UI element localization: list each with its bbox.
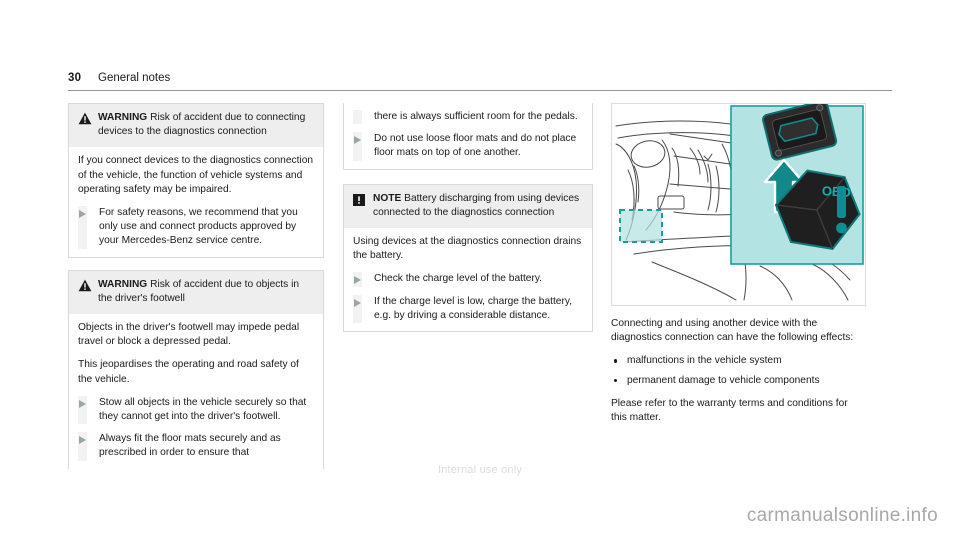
- list-item: there is always sufficient room for the …: [353, 110, 583, 125]
- triangle-bullet-icon: [78, 399, 86, 408]
- diagnostics-connection-illustration: OBD: [611, 103, 866, 306]
- list-item: Stow all objects in the vehicle securely…: [78, 395, 314, 425]
- effects-intro: Connecting and using another device with…: [611, 318, 854, 344]
- header-divider: [68, 90, 892, 91]
- effect-text: permanent damage to vehicle components: [627, 374, 820, 386]
- warning-triangle-icon: [78, 278, 98, 306]
- action-text: Check the charge level of the battery.: [374, 273, 542, 285]
- warning-paragraph: This jeopardises the operating and road …: [78, 359, 299, 385]
- warning-box-diagnostics: WARNING Risk of accident due to connecti…: [68, 103, 324, 258]
- list-item: Check the charge level of the battery.: [353, 272, 583, 287]
- note-exclamation-icon: [353, 192, 373, 220]
- warning-box-footwell: WARNING Risk of accident due to objects …: [68, 269, 324, 469]
- warning-box-footwell-continued: there is always sufficient room for the …: [343, 103, 593, 170]
- warning-keyword: WARNING: [98, 112, 148, 123]
- action-text: Stow all objects in the vehicle securely…: [99, 396, 307, 423]
- warning-body: Objects in the driver's footwell may imp…: [69, 314, 323, 469]
- warning-action-list: Stow all objects in the vehicle securely…: [78, 395, 314, 461]
- left-column: WARNING Risk of accident due to connecti…: [68, 103, 324, 481]
- list-item: For safety reasons, we recommend that yo…: [78, 206, 314, 249]
- note-box-battery: NOTE Battery discharging from using devi…: [343, 183, 593, 333]
- obd-label: OBD: [821, 183, 851, 200]
- warning-action-list: there is always sufficient room for the …: [353, 110, 583, 161]
- warning-headline: WARNING Risk of accident due to connecti…: [98, 111, 314, 139]
- page-title: General notes: [98, 72, 171, 84]
- figure-explanation: Connecting and using another device with…: [611, 317, 866, 425]
- effects-list: malfunctions in the vehicle system perma…: [611, 354, 866, 387]
- action-text: Always fit the floor mats securely and a…: [99, 433, 281, 459]
- action-text: Do not use loose floor mats and do not p…: [374, 133, 577, 159]
- list-item: Always fit the floor mats securely and a…: [78, 432, 314, 461]
- note-keyword: NOTE: [373, 192, 402, 204]
- bullet-dot-icon: [614, 378, 618, 382]
- action-text: For safety reasons, we recommend that yo…: [99, 207, 298, 247]
- list-item: If the charge level is low, charge the b…: [353, 294, 583, 324]
- warning-action-list: For safety reasons, we recommend that yo…: [78, 206, 314, 249]
- action-text-continued: there is always sufficient room for the …: [374, 111, 578, 122]
- warning-headline: WARNING Risk of accident due to objects …: [98, 278, 314, 306]
- note-headline: NOTE Battery discharging from using devi…: [373, 192, 583, 220]
- triangle-bullet-icon: [353, 298, 361, 307]
- action-text: If the charge level is low, charge the b…: [374, 295, 573, 321]
- action-bar: [353, 110, 362, 125]
- note-header: NOTE Battery discharging from using devi…: [344, 184, 592, 229]
- bullet-dot-icon: [614, 359, 618, 363]
- effect-text: malfunctions in the vehicle system: [627, 355, 782, 367]
- warning-keyword: WARNING: [98, 278, 148, 290]
- note-action-list: Check the charge level of the battery. I…: [353, 272, 583, 324]
- warning-body-continued: there is always sufficient room for the …: [344, 103, 592, 169]
- triangle-bullet-icon: [353, 276, 361, 285]
- right-column: OBD Connecting and using another device …: [611, 103, 866, 425]
- list-item: Do not use loose floor mats and do not p…: [353, 132, 583, 161]
- triangle-bullet-icon: [353, 136, 361, 145]
- list-item: malfunctions in the vehicle system: [611, 354, 866, 368]
- note-body: Using devices at the diagnostics connect…: [344, 228, 592, 331]
- warranty-note: Please refer to the warranty terms and c…: [611, 397, 848, 424]
- note-paragraph: Using devices at the diagnostics connect…: [353, 236, 582, 262]
- page-number: 30: [68, 72, 82, 84]
- site-watermark: carmanualsonline.info: [746, 505, 938, 526]
- note-headline-text: Battery discharging from using devices c…: [373, 192, 580, 218]
- warning-paragraph: Objects in the driver's footwell may imp…: [78, 322, 300, 348]
- warning-body: If you connect devices to the diagnostic…: [69, 147, 323, 256]
- middle-column: there is always sufficient room for the …: [343, 103, 593, 344]
- warning-header: WARNING Risk of accident due to objects …: [69, 270, 323, 315]
- list-item: permanent damage to vehicle components: [611, 374, 866, 388]
- warning-triangle-icon: [78, 111, 98, 139]
- triangle-bullet-icon: [78, 210, 86, 219]
- triangle-bullet-icon: [78, 436, 86, 445]
- page-header: 30 General notes: [68, 72, 892, 92]
- warning-header: WARNING Risk of accident due to connecti…: [69, 104, 323, 148]
- warning-paragraph: If you connect devices to the diagnostic…: [78, 155, 314, 195]
- internal-use-watermark: Internal use only: [437, 464, 523, 476]
